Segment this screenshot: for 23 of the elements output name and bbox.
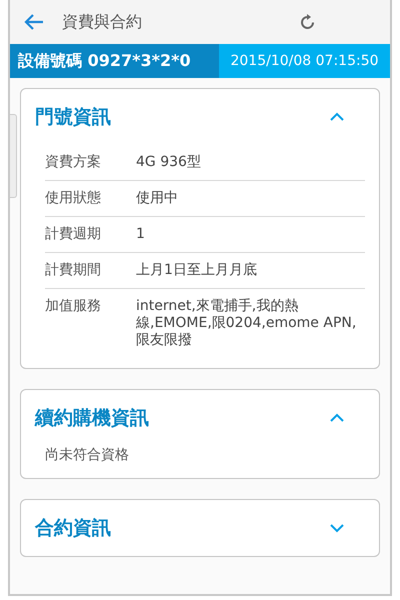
expand-chevron-icon[interactable] (329, 523, 345, 533)
refresh-button[interactable] (300, 13, 316, 31)
section-title: 合約資訊 (35, 516, 111, 541)
back-button[interactable] (24, 13, 44, 31)
section-title: 門號資訊 (35, 105, 111, 130)
field-label: 加值服務 (45, 298, 102, 316)
field-label: 計費週期 (45, 226, 102, 243)
field-value: 上月1日至上月月底 (136, 262, 258, 279)
collapse-chevron-icon[interactable] (329, 413, 345, 423)
field-value: 1 (136, 226, 146, 243)
status-text: 尚未符合資格 (45, 447, 129, 463)
field-label: 資費方案 (45, 154, 102, 171)
collapse-chevron-icon[interactable] (329, 112, 345, 122)
field-value: 4G 936型 (136, 154, 202, 171)
field-label: 計費期間 (45, 262, 102, 279)
section-title: 續約購機資訊 (35, 406, 149, 431)
field-label: 使用狀態 (45, 190, 102, 207)
field-value: internet,來電捕手,我的熱線,EMOME,限0204,emome APN,限友限撥 (136, 298, 358, 349)
page-title: 資費與合約 (62, 12, 143, 32)
field-value: 使用中 (136, 190, 179, 207)
timestamp-banner: 2015/10/08 07:15:50 (219, 44, 390, 78)
device-number-banner: 設備號碼 0927*3*2*0 (10, 44, 219, 78)
drawer-handle[interactable] (10, 114, 17, 198)
